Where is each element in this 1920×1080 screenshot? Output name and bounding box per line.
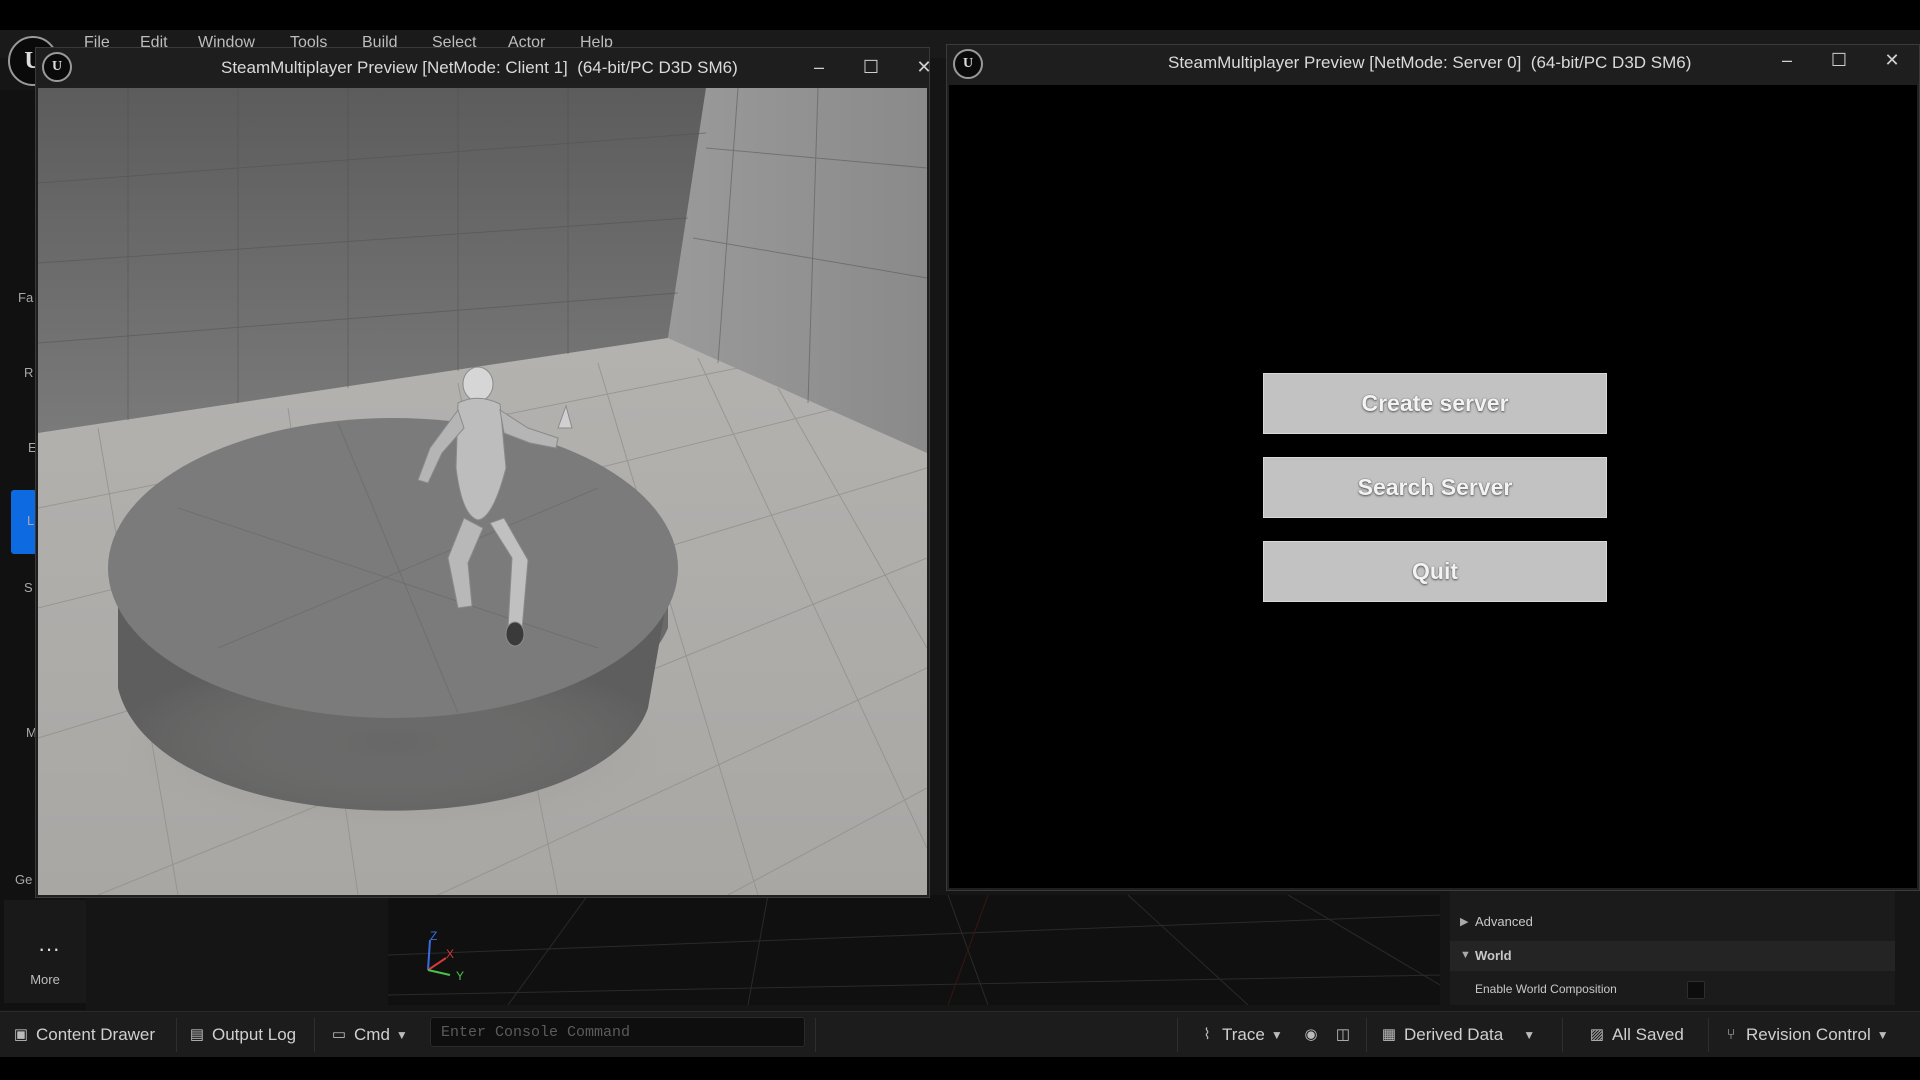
chevron-down-icon: ▼ — [1523, 1028, 1536, 1042]
all-saved-label: All Saved — [1612, 1025, 1684, 1044]
more-icon: ··· — [38, 936, 60, 961]
revision-control-dropdown[interactable]: ⑂ Revision Control ▼ — [1722, 1012, 1889, 1058]
revision-control-label: Revision Control — [1746, 1025, 1871, 1044]
console-command-input[interactable] — [430, 1017, 805, 1047]
derived-data-icon: ▦ — [1381, 1026, 1397, 1043]
maximize-button[interactable]: ☐ — [1819, 45, 1859, 75]
enable-world-composition-label: Enable World Composition — [1475, 982, 1617, 996]
client-preview-window[interactable]: SteamMultiplayer Preview [NetMode: Clien… — [35, 47, 932, 898]
axis-y-label: Y — [456, 969, 464, 980]
axis-z-label: Z — [430, 930, 437, 943]
trace-icon: ⌇ — [1203, 1026, 1211, 1043]
derived-data-dropdown[interactable]: ▦ Derived Data ▼ — [1380, 1012, 1535, 1058]
output-log-label: Output Log — [212, 1025, 297, 1044]
record-button[interactable]: ◉ — [1302, 1012, 1326, 1058]
client-window-title: SteamMultiplayer Preview [NetMode: Clien… — [221, 58, 738, 77]
branch-icon: ⑂ — [1726, 1026, 1736, 1043]
content-drawer-button[interactable]: ▣ Content Drawer — [12, 1012, 155, 1058]
left-tab-l[interactable]: L — [27, 513, 34, 528]
client-title-bar[interactable]: SteamMultiplayer Preview [NetMode: Clien… — [36, 48, 932, 86]
more-label: More — [30, 972, 60, 987]
trace-label: Trace — [1222, 1025, 1265, 1044]
content-drawer-label: Content Drawer — [36, 1025, 156, 1044]
quit-button[interactable]: Quit — [1263, 541, 1607, 602]
save-icon: ▨ — [1589, 1026, 1605, 1043]
server-title-bar[interactable]: SteamMultiplayer Preview [NetMode: Serve… — [947, 45, 1919, 83]
left-tab-s[interactable]: S — [24, 580, 33, 595]
enable-world-composition-checkbox[interactable] — [1687, 981, 1705, 999]
world-label: World — [1475, 948, 1512, 963]
cmd-label: Cmd — [354, 1025, 390, 1044]
search-server-button[interactable]: Search Server — [1263, 457, 1607, 518]
chevron-down-icon: ▼ — [1270, 1028, 1283, 1042]
minimize-button[interactable]: – — [799, 52, 839, 82]
axis-x-label: X — [446, 947, 454, 961]
axis-gizmo-icon: Z X Y — [427, 930, 464, 980]
chevron-down-icon: ▼ — [1876, 1028, 1889, 1042]
derived-data-label: Derived Data — [1404, 1025, 1504, 1044]
status-bar: ▣ Content Drawer ▤ Output Log ▭ Cmd ▼ ⌇ … — [0, 1011, 1920, 1057]
game-scene — [38, 88, 927, 895]
details-panel: ▶ Advanced ▼ World Enable World Composit… — [1450, 885, 1895, 1005]
left-tab-ge[interactable]: Ge — [15, 872, 32, 887]
screenshot-button[interactable]: ◫ — [1334, 1012, 1358, 1058]
close-button[interactable]: ✕ — [1872, 45, 1912, 75]
expand-arrow-icon: ▶ — [1460, 916, 1469, 928]
camera-icon: ◫ — [1335, 1026, 1351, 1043]
maximize-button[interactable]: ☐ — [851, 52, 891, 82]
viewport-grid — [388, 895, 1440, 1005]
server-preview-window[interactable]: SteamMultiplayer Preview [NetMode: Serve… — [946, 44, 1920, 891]
more-button[interactable]: ··· — [4, 900, 86, 1003]
content-drawer-icon: ▣ — [13, 1026, 29, 1043]
client-game-viewport[interactable] — [38, 88, 927, 895]
level-viewport[interactable] — [388, 895, 1440, 1005]
unreal-logo-icon — [953, 49, 983, 79]
record-icon: ◉ — [1304, 1026, 1318, 1043]
chevron-down-icon: ▼ — [395, 1028, 408, 1042]
details-category-world[interactable]: ▼ World — [1450, 941, 1895, 971]
details-row-world-composition: Enable World Composition — [1450, 975, 1895, 1005]
cmd-dropdown[interactable]: ▭ Cmd ▼ — [330, 1012, 408, 1058]
server-window-title: SteamMultiplayer Preview [NetMode: Serve… — [1168, 53, 1692, 72]
all-saved-button[interactable]: ▨ All Saved — [1588, 1012, 1684, 1058]
unreal-logo-icon — [42, 52, 72, 82]
details-category-advanced[interactable]: ▶ Advanced — [1450, 907, 1895, 937]
terminal-icon: ▭ — [331, 1026, 347, 1043]
left-tab-r[interactable]: R — [24, 365, 33, 380]
create-server-button[interactable]: Create server — [1263, 373, 1607, 434]
minimize-button[interactable]: – — [1767, 45, 1807, 75]
server-game-viewport: Create server Search Server Quit — [949, 85, 1917, 888]
output-log-button[interactable]: ▤ Output Log — [188, 1012, 296, 1058]
trace-dropdown[interactable]: ⌇ Trace ▼ — [1198, 1012, 1283, 1058]
collapse-arrow-icon: ▼ — [1460, 949, 1471, 961]
left-tab-fa[interactable]: Fa — [18, 290, 33, 305]
close-button[interactable]: ✕ — [904, 52, 944, 82]
advanced-label: Advanced — [1475, 914, 1533, 929]
output-log-icon: ▤ — [189, 1026, 205, 1043]
